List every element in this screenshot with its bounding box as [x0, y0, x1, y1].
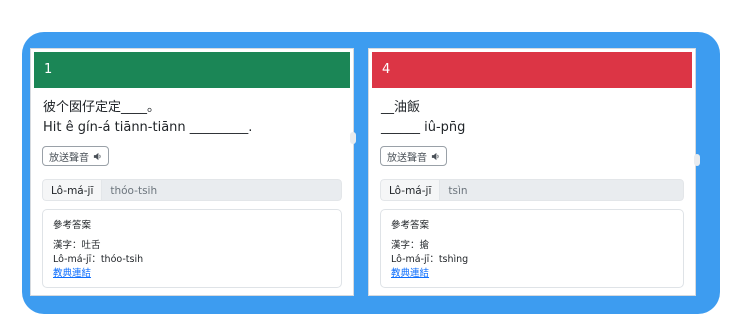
question-prompt: __油飯 ______ iû-pn̄g — [369, 88, 695, 138]
question-card-4: 4 __油飯 ______ iû-pn̄g 放送聲音 Lô-má-jī tsìn… — [368, 48, 696, 296]
play-audio-button[interactable]: 放送聲音 — [42, 146, 109, 166]
prompt-hanji: __油飯 — [381, 100, 421, 115]
answer-romanization: Lô-má-jī：tshìng — [391, 254, 469, 265]
romanization-label: Lô-má-jī — [42, 179, 102, 201]
reference-answer: 參考答案 漢字：吐舌 Lô-má-jī：thóo-tsih 教典連結 — [42, 209, 342, 288]
answer-title: 參考答案 — [391, 220, 430, 231]
romanization-input[interactable]: tsìn — [439, 179, 684, 201]
dictionary-link[interactable]: 教典連結 — [53, 268, 91, 279]
card-header: 4 — [372, 52, 692, 88]
carousel-handle-left[interactable] — [350, 132, 356, 144]
question-number: 4 — [382, 62, 391, 77]
question-number: 1 — [44, 62, 53, 77]
play-audio-label: 放送聲音 — [387, 152, 427, 164]
romanization-label: Lô-má-jī — [380, 179, 440, 201]
romanization-input-group: Lô-má-jī tsìn — [380, 179, 684, 201]
play-audio-button[interactable]: 放送聲音 — [380, 146, 447, 166]
romanization-input[interactable]: thóo-tsih — [101, 179, 342, 201]
card-header: 1 — [34, 52, 350, 88]
play-audio-label: 放送聲音 — [49, 152, 89, 164]
carousel-handle-right[interactable] — [694, 154, 700, 166]
answer-romanization: Lô-má-jī：thóo-tsih — [53, 254, 144, 265]
answer-hanji: 漢字：吐舌 — [53, 240, 101, 251]
prompt-romanization: ______ iû-pn̄g — [381, 120, 466, 135]
dictionary-link[interactable]: 教典連結 — [391, 268, 429, 279]
reference-answer: 參考答案 漢字：搶 Lô-má-jī：tshìng 教典連結 — [380, 209, 684, 288]
prompt-hanji: 彼个囡仔定定____。 — [43, 100, 161, 115]
answer-title: 參考答案 — [53, 220, 92, 231]
romanization-input-group: Lô-má-jī thóo-tsih — [42, 179, 342, 201]
prompt-romanization: Hit ê gín-á tiānn-tiānn _________. — [43, 120, 253, 135]
speaker-icon — [431, 152, 439, 160]
speaker-icon — [93, 152, 101, 160]
question-card-1: 1 彼个囡仔定定____。 Hit ê gín-á tiānn-tiānn __… — [30, 48, 354, 296]
answer-hanji: 漢字：搶 — [391, 240, 430, 251]
question-prompt: 彼个囡仔定定____。 Hit ê gín-á tiānn-tiānn ____… — [31, 88, 353, 138]
